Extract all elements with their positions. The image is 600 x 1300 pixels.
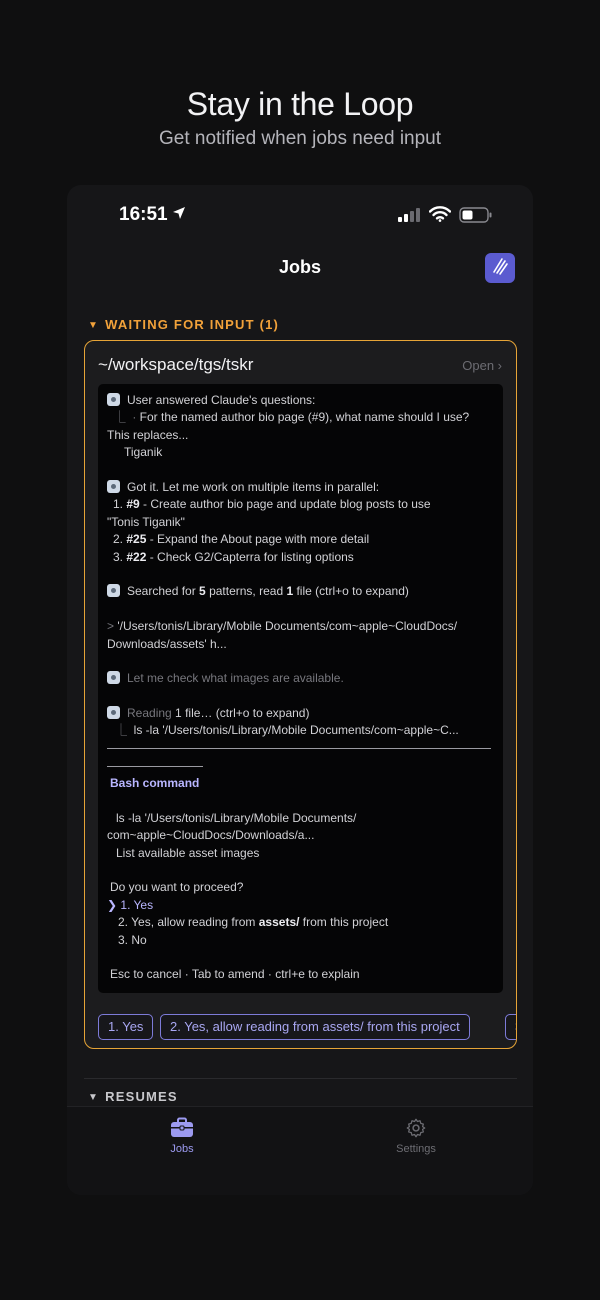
tab-jobs[interactable]: Jobs <box>122 1117 242 1155</box>
terminal-line: 2. #25 - Expand the About page with more… <box>113 532 370 546</box>
section-waiting-header[interactable]: ▼ WAITING FOR INPUT (1) <box>88 317 279 332</box>
gear-icon <box>356 1117 476 1139</box>
terminal-line: Downloads/assets' h... <box>107 637 227 651</box>
terminal-output: User answered Claude's questions: ⎿ · Fo… <box>98 384 503 993</box>
terminal-line: Reading 1 file… (ctrl+o to expand) <box>107 705 495 722</box>
terminal-line: Tiganik <box>124 445 163 459</box>
choice-chips: 1. Yes 2. Yes, allow reading from assets… <box>85 1005 516 1045</box>
phone-screen: 16:51 Jobs ▼ WAITING FOR INPUT (1) ~/wor… <box>67 185 533 1195</box>
section-resumes-label: RESUMES <box>105 1089 178 1104</box>
signal-icon <box>398 208 422 227</box>
job-card[interactable]: ~/workspace/tgs/tskr Open › User answere… <box>84 340 517 1049</box>
terminal-line: This replaces... <box>107 428 189 442</box>
caret-down-icon: ▼ <box>88 320 100 331</box>
terminal-line: ⎿ ls -la '/Users/tonis/Library/Mobile Do… <box>115 723 459 737</box>
status-bullet-icon <box>107 393 120 406</box>
divider <box>107 766 203 767</box>
tab-settings-label: Settings <box>396 1143 436 1155</box>
terminal-line: Got it. Let me work on multiple items in… <box>107 479 495 496</box>
choice-yes-allow-button[interactable]: 2. Yes, allow reading from assets/ from … <box>160 1014 470 1040</box>
hero-title: Stay in the Loop <box>186 86 414 122</box>
terminal-line: 1. #9 - Create author bio page and updat… <box>113 497 431 511</box>
choice-yes-button[interactable]: 1. Yes <box>98 1014 154 1040</box>
hero-subtitle: Get notified when jobs need input <box>158 128 442 149</box>
terminal-line: ⎿ · For the named author bio page (#9), … <box>107 410 470 424</box>
terminal-line: > '/Users/tonis/Library/Mobile Documents… <box>107 619 458 633</box>
wifi-icon <box>428 206 452 227</box>
status-bullet-icon <box>107 706 120 719</box>
terminal-line: ls -la '/Users/tonis/Library/Mobile Docu… <box>116 811 357 825</box>
tab-settings[interactable]: Settings <box>356 1117 476 1155</box>
divider <box>84 1078 517 1079</box>
bash-command-title: Bash command <box>110 776 200 790</box>
status-bullet-icon <box>107 671 120 684</box>
choice-no-button[interactable]: 3. No <box>505 1014 516 1040</box>
section-resumes-header[interactable]: ▼ RESUMES <box>88 1089 178 1104</box>
terminal-line: Searched for 5 patterns, read 1 file (ct… <box>107 583 495 600</box>
status-bullet-icon <box>107 584 120 597</box>
status-time: 16:51 <box>119 204 168 225</box>
terminal-line: com~apple~CloudDocs/Downloads/a... <box>107 828 315 842</box>
terminal-line: Let me check what images are available. <box>107 670 495 687</box>
terminal-line: 3. #22 - Check G2/Capterra for listing o… <box>113 550 354 564</box>
claw-marks-icon <box>490 256 510 281</box>
divider <box>107 748 491 749</box>
prompt-option-1: ❯ 1. Yes <box>107 898 154 912</box>
job-path: ~/workspace/tgs/tskr <box>98 355 254 374</box>
terminal-line: List available asset images <box>116 846 260 860</box>
page-title: Jobs <box>278 257 321 277</box>
caret-down-icon: ▼ <box>88 1092 100 1103</box>
status-bullet-icon <box>107 480 120 493</box>
tab-bar: Jobs Settings <box>67 1106 533 1195</box>
terminal-line: "Tonis Tiganik" <box>107 515 185 529</box>
terminal-line: User answered Claude's questions: <box>107 392 495 409</box>
battery-icon <box>459 207 493 228</box>
location-arrow-icon <box>172 206 186 225</box>
section-waiting-label: WAITING FOR INPUT (1) <box>105 317 280 332</box>
terminal-line: Do you want to proceed? <box>110 880 244 894</box>
terminal-footer: Esc to cancel · Tab to amend · ctrl+e to… <box>110 967 360 981</box>
prompt-option-3: 3. No <box>118 933 147 947</box>
app-menu-button[interactable] <box>485 253 515 283</box>
open-job-link[interactable]: Open › <box>462 358 502 373</box>
prompt-option-2: 2. Yes, allow reading from assets/ from … <box>118 915 389 929</box>
tab-jobs-label: Jobs <box>170 1143 194 1155</box>
status-bar: 16:51 <box>67 203 533 229</box>
briefcase-icon <box>122 1117 242 1139</box>
